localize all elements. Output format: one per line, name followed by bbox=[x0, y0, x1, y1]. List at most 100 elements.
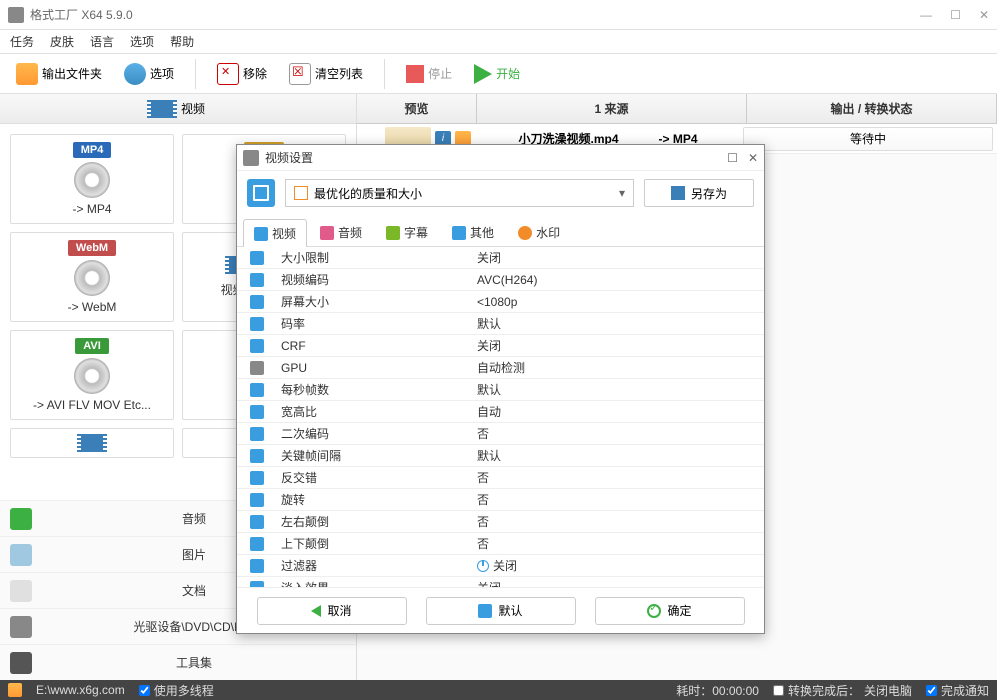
setting-row-CRF[interactable]: CRF关闭 bbox=[237, 335, 764, 357]
defaults-label: 默认 bbox=[498, 602, 522, 619]
format-badge: AVI bbox=[75, 338, 109, 354]
format-cell-AVI[interactable]: AVI-> AVI FLV MOV Etc... bbox=[10, 330, 174, 420]
setting-row-左右颠倒[interactable]: 左右颠倒否 bbox=[237, 511, 764, 533]
setting-row-宽高比[interactable]: 宽高比自动 bbox=[237, 401, 764, 423]
category-label: 工具集 bbox=[42, 654, 346, 671]
preset-indicator-icon bbox=[294, 186, 308, 200]
remove-icon bbox=[217, 63, 239, 85]
category-header-label: 视频 bbox=[181, 100, 205, 117]
gear-icon bbox=[124, 63, 146, 85]
stop-icon bbox=[406, 65, 424, 83]
menu-4[interactable]: 帮助 bbox=[170, 33, 194, 50]
setting-row-二次编码[interactable]: 二次编码否 bbox=[237, 423, 764, 445]
setting-row-码率[interactable]: 码率默认 bbox=[237, 313, 764, 335]
tab-其他[interactable]: 其他 bbox=[441, 218, 505, 246]
setting-row-关键帧间隔[interactable]: 关键帧间隔默认 bbox=[237, 445, 764, 467]
minimize-button[interactable]: ― bbox=[920, 8, 932, 22]
dialog-titlebar: 视频设置 ☐ ✕ bbox=[237, 145, 764, 171]
dialog-maximize-button[interactable]: ☐ bbox=[727, 151, 738, 165]
tab-水印[interactable]: 水印 bbox=[507, 218, 571, 246]
titlebar: 格式工厂 X64 5.9.0 ― ☐ ✕ bbox=[0, 0, 997, 30]
setting-value: 关闭 bbox=[467, 579, 764, 587]
category-icon bbox=[10, 508, 32, 530]
category-icon bbox=[10, 652, 32, 674]
after-convert-checkbox[interactable]: 转换完成后：关闭电脑 bbox=[773, 682, 912, 699]
preset-icon bbox=[247, 179, 275, 207]
tab-label: 水印 bbox=[536, 224, 560, 241]
category-header-video[interactable]: 视频 bbox=[0, 94, 356, 124]
setting-name: 过滤器 bbox=[277, 557, 467, 574]
setting-value: 自动 bbox=[467, 403, 764, 420]
tab-icon bbox=[386, 226, 400, 240]
output-folder-button[interactable]: 输出文件夹 bbox=[10, 60, 108, 88]
status-text: 等待中 bbox=[850, 130, 886, 147]
menu-1[interactable]: 皮肤 bbox=[50, 33, 74, 50]
menu-0[interactable]: 任务 bbox=[10, 33, 34, 50]
setting-row-屏幕大小[interactable]: 屏幕大小<1080p bbox=[237, 291, 764, 313]
setting-row-大小限制[interactable]: 大小限制关闭 bbox=[237, 247, 764, 269]
setting-row-视频编码[interactable]: 视频编码AVC(H264) bbox=[237, 269, 764, 291]
setting-value: <1080p bbox=[467, 295, 764, 309]
start-button[interactable]: 开始 bbox=[468, 61, 526, 87]
setting-row-反交错[interactable]: 反交错否 bbox=[237, 467, 764, 489]
setting-icon bbox=[250, 515, 264, 529]
format-cell-partial[interactable] bbox=[10, 428, 174, 458]
tab-字幕[interactable]: 字幕 bbox=[375, 218, 439, 246]
setting-value: 关闭 bbox=[467, 249, 764, 266]
setting-value: 否 bbox=[467, 491, 764, 508]
dialog-title: 视频设置 bbox=[265, 149, 727, 166]
maximize-button[interactable]: ☐ bbox=[950, 8, 961, 22]
tab-label: 视频 bbox=[272, 225, 296, 242]
setting-name: 码率 bbox=[277, 315, 467, 332]
setting-icon bbox=[250, 471, 264, 485]
setting-icon bbox=[250, 449, 264, 463]
film-icon bbox=[151, 100, 173, 118]
setting-name: 上下颠倒 bbox=[277, 535, 467, 552]
setting-value: 默认 bbox=[467, 447, 764, 464]
setting-name: 屏幕大小 bbox=[277, 293, 467, 310]
setting-icon bbox=[250, 295, 264, 309]
setting-row-过滤器[interactable]: 过滤器关闭 bbox=[237, 555, 764, 577]
setting-row-每秒帧数[interactable]: 每秒帧数默认 bbox=[237, 379, 764, 401]
menubar: 任务皮肤语言选项帮助 bbox=[0, 30, 997, 54]
setting-row-上下颠倒[interactable]: 上下颠倒否 bbox=[237, 533, 764, 555]
close-button[interactable]: ✕ bbox=[979, 8, 989, 22]
setting-row-淡入效果[interactable]: 淡入效果关闭 bbox=[237, 577, 764, 587]
menu-3[interactable]: 选项 bbox=[130, 33, 154, 50]
setting-icon bbox=[250, 273, 264, 287]
format-cell-MP4[interactable]: MP4-> MP4 bbox=[10, 134, 174, 224]
notify-checkbox[interactable]: 完成通知 bbox=[926, 682, 989, 699]
format-cell-WebM[interactable]: WebM-> WebM bbox=[10, 232, 174, 322]
tab-视频[interactable]: 视频 bbox=[243, 219, 307, 247]
setting-name: 淡入效果 bbox=[277, 579, 467, 587]
options-button[interactable]: 选项 bbox=[118, 60, 180, 88]
cancel-button[interactable]: 取消 bbox=[257, 597, 407, 625]
after-value: 关闭电脑 bbox=[864, 682, 912, 699]
setting-row-GPU[interactable]: GPU自动检测 bbox=[237, 357, 764, 379]
setting-name: 宽高比 bbox=[277, 403, 467, 420]
folder-icon[interactable] bbox=[8, 683, 22, 697]
stop-label: 停止 bbox=[428, 65, 452, 82]
stop-button[interactable]: 停止 bbox=[400, 62, 458, 86]
menu-2[interactable]: 语言 bbox=[90, 33, 114, 50]
check-icon bbox=[647, 604, 661, 618]
multithread-checkbox[interactable]: 使用多线程 bbox=[139, 682, 214, 699]
save-as-button[interactable]: 另存为 bbox=[644, 179, 754, 207]
setting-icon bbox=[250, 383, 264, 397]
defaults-button[interactable]: 默认 bbox=[426, 597, 576, 625]
dialog-close-button[interactable]: ✕ bbox=[748, 151, 758, 165]
save-icon bbox=[671, 186, 685, 200]
setting-value: 关闭 bbox=[467, 557, 764, 574]
separator bbox=[384, 59, 385, 89]
preset-select[interactable]: 最优化的质量和大小 ▾ bbox=[285, 179, 634, 207]
ok-button[interactable]: 确定 bbox=[595, 597, 745, 625]
setting-row-旋转[interactable]: 旋转否 bbox=[237, 489, 764, 511]
clear-list-button[interactable]: 清空列表 bbox=[283, 60, 369, 88]
video-settings-dialog: 视频设置 ☐ ✕ 最优化的质量和大小 ▾ 另存为 视频音频字幕其他 水印 大小限制… bbox=[236, 144, 765, 634]
output-path[interactable]: E:\www.x6g.com bbox=[36, 683, 125, 697]
tab-音频[interactable]: 音频 bbox=[309, 218, 373, 246]
category-工具集[interactable]: 工具集 bbox=[0, 644, 356, 680]
remove-button[interactable]: 移除 bbox=[211, 60, 273, 88]
folder-icon bbox=[16, 63, 38, 85]
setting-value: 否 bbox=[467, 469, 764, 486]
